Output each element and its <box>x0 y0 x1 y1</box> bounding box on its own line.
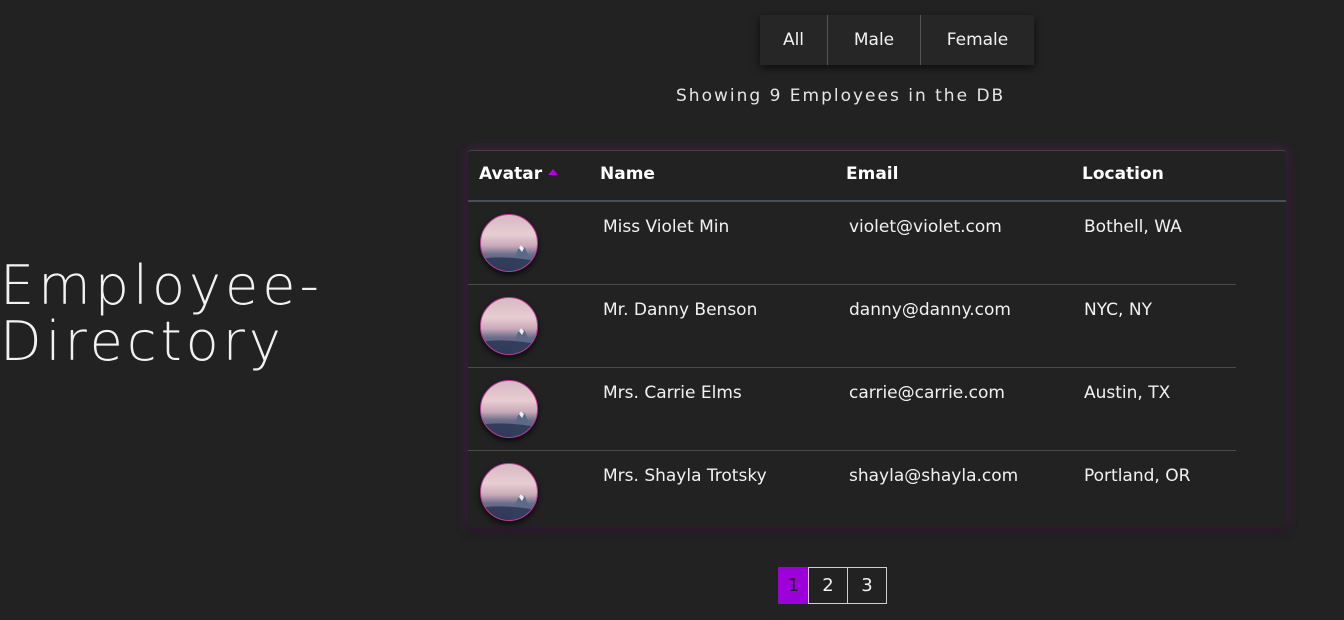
page-button-3[interactable]: 3 <box>847 567 887 604</box>
mountain-photo-icon <box>481 328 537 354</box>
page-button-2[interactable]: 2 <box>808 567 848 604</box>
table-row: Mr. Danny Benson danny@danny.com NYC, NY <box>468 285 1236 368</box>
employee-location: Bothell, WA <box>1084 217 1182 237</box>
pagination: 1 2 3 <box>778 567 887 604</box>
employee-count-status: Showing 9 Employees in the DB <box>676 86 1006 106</box>
avatar <box>480 380 538 438</box>
avatar <box>480 297 538 355</box>
filter-all-button[interactable]: All <box>760 15 827 65</box>
employee-name: Mrs. Carrie Elms <box>603 383 742 403</box>
table-header-row: Avatar Name Email Location <box>468 151 1286 202</box>
employee-name: Miss Violet Min <box>603 217 730 237</box>
column-header-location[interactable]: Location <box>1082 164 1164 184</box>
employee-name: Mrs. Shayla Trotsky <box>603 466 767 486</box>
table-row: Mrs. Shayla Trotsky shayla@shayla.com Po… <box>468 451 1236 533</box>
column-header-email[interactable]: Email <box>846 164 898 184</box>
mountain-photo-icon <box>481 245 537 271</box>
employee-email: danny@danny.com <box>849 300 1011 320</box>
table-row: Miss Violet Min violet@violet.com Bothel… <box>468 202 1236 285</box>
table-row: Mrs. Carrie Elms carrie@carrie.com Austi… <box>468 368 1236 451</box>
employee-location: Austin, TX <box>1084 383 1171 403</box>
app-title-line-1: Employee- <box>0 254 323 317</box>
avatar <box>480 214 538 272</box>
column-header-name[interactable]: Name <box>600 164 655 184</box>
filter-male-button[interactable]: Male <box>827 15 920 65</box>
employee-location: Portland, OR <box>1084 466 1191 486</box>
app-title-line-2: Directory <box>0 310 285 373</box>
column-header-avatar-label: Avatar <box>479 164 543 184</box>
employee-name: Mr. Danny Benson <box>603 300 758 320</box>
page-button-1[interactable]: 1 <box>778 567 809 604</box>
gender-filter-group: All Male Female <box>760 15 1034 65</box>
employee-location: NYC, NY <box>1084 300 1152 320</box>
employee-table: Avatar Name Email Location Miss Violet M… <box>468 150 1286 527</box>
page: Employee- Directory All Male Female Show… <box>0 0 1344 620</box>
filter-female-button[interactable]: Female <box>920 15 1034 65</box>
column-header-avatar[interactable]: Avatar <box>479 164 559 184</box>
sort-ascending-icon <box>548 169 559 175</box>
mountain-photo-icon <box>481 494 537 520</box>
employee-email: violet@violet.com <box>849 217 1002 237</box>
app-title: Employee- Directory <box>0 258 323 370</box>
mountain-photo-icon <box>481 411 537 437</box>
table-body: Miss Violet Min violet@violet.com Bothel… <box>468 202 1286 533</box>
employee-email: shayla@shayla.com <box>849 466 1019 486</box>
avatar <box>480 463 538 521</box>
employee-email: carrie@carrie.com <box>849 383 1005 403</box>
